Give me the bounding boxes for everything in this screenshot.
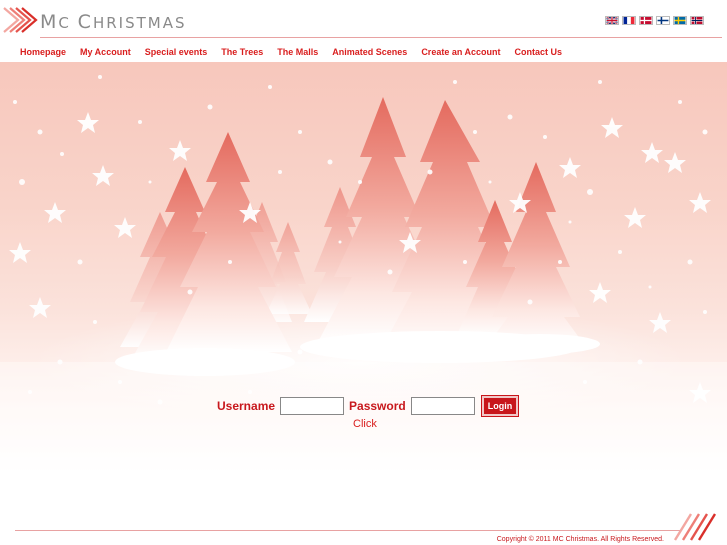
flag-fr-icon[interactable] xyxy=(622,16,636,25)
login-form: Username Password Login xyxy=(217,395,520,417)
flag-uk-icon[interactable] xyxy=(605,16,619,25)
login-button[interactable]: Login xyxy=(480,395,520,417)
nav-special-events[interactable]: Special events xyxy=(138,44,215,60)
flag-se-icon[interactable] xyxy=(673,16,687,25)
flag-fi-icon[interactable] xyxy=(656,16,670,25)
flag-no-icon[interactable] xyxy=(690,16,704,25)
username-input[interactable] xyxy=(280,397,345,415)
nav-animated-scenes[interactable]: Animated Scenes xyxy=(325,44,414,60)
footer-stripes-icon xyxy=(673,513,717,541)
language-switcher xyxy=(605,16,704,25)
header-divider xyxy=(40,37,722,38)
nav-contact-us[interactable]: Contact Us xyxy=(508,44,570,60)
nav-the-malls[interactable]: The Malls xyxy=(270,44,325,60)
nav-the-trees[interactable]: The Trees xyxy=(214,44,270,60)
nav-create-account[interactable]: Create an Account xyxy=(414,44,507,60)
flag-dk-icon[interactable] xyxy=(639,16,653,25)
password-label: Password xyxy=(349,399,406,413)
copyright-text: Copyright © 2011 MC Christmas. All Right… xyxy=(496,536,664,543)
site-header: MC CHRISTMAS xyxy=(0,0,727,40)
main-nav: Homepage My Account Special events The T… xyxy=(0,44,727,60)
nav-homepage[interactable]: Homepage xyxy=(13,44,73,60)
footer-divider xyxy=(15,530,680,531)
site-logo-text[interactable]: MC CHRISTMAS xyxy=(40,11,186,33)
username-label: Username xyxy=(217,399,276,413)
password-input[interactable] xyxy=(410,397,475,415)
click-prompt[interactable]: Click xyxy=(353,418,377,430)
nav-my-account[interactable]: My Account xyxy=(73,44,138,60)
logo-stripes-icon[interactable] xyxy=(2,2,40,38)
